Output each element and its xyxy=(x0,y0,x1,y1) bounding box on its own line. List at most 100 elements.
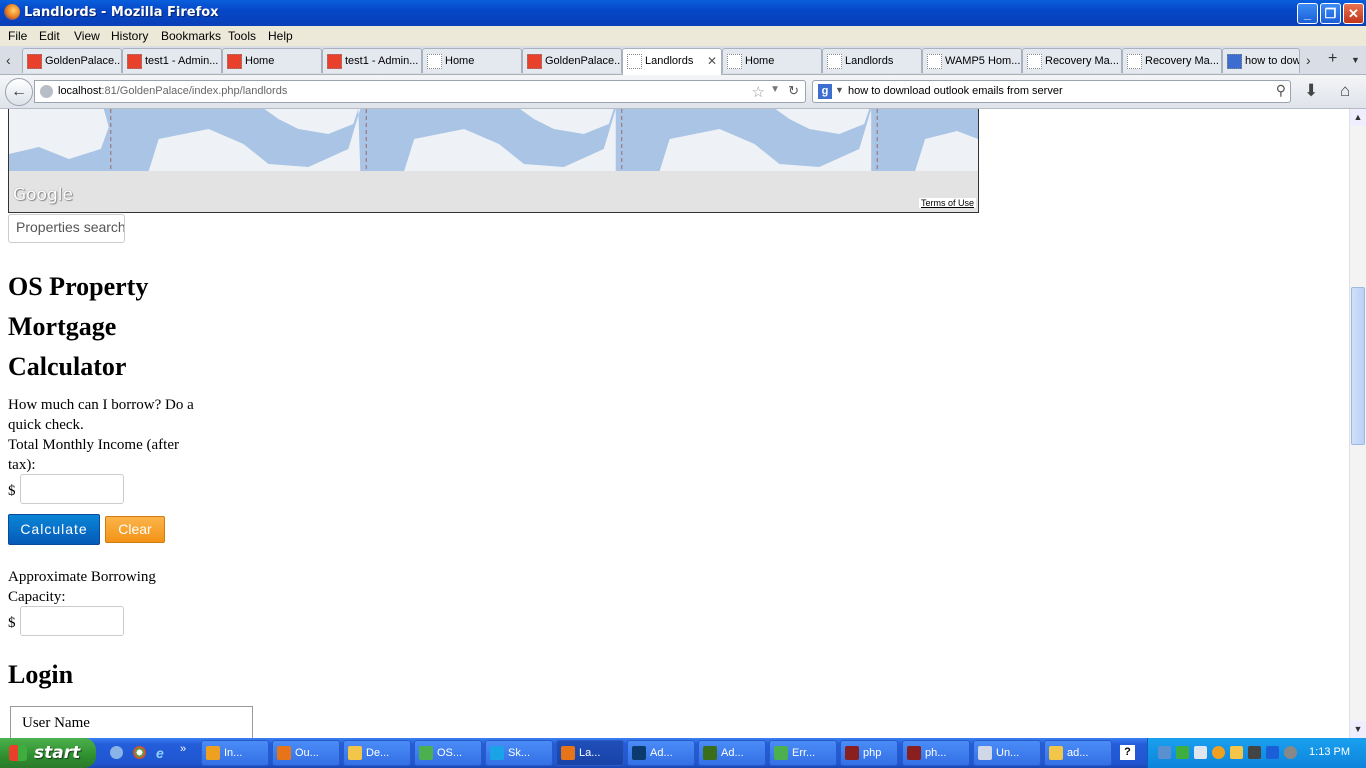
taskbar-task-12[interactable]: Un... xyxy=(973,740,1041,766)
search-bar[interactable]: g ▼ how to download outlook emails from … xyxy=(812,80,1291,103)
search-magnifier-icon[interactable]: ⚲ xyxy=(1276,82,1286,99)
clock-sync-tray-icon[interactable] xyxy=(1284,746,1297,759)
task-label: La... xyxy=(579,747,601,759)
task-label: ad... xyxy=(1067,747,1089,759)
tab-8[interactable]: Home xyxy=(722,48,822,73)
window-title-bar: Landlords - Mozilla Firefox _ ❐ ✕ xyxy=(0,0,1366,26)
menu-bar: File Edit View History Bookmarks Tools H… xyxy=(0,26,1366,46)
close-window-button[interactable]: ✕ xyxy=(1343,3,1364,24)
task-label: OS... xyxy=(437,747,463,759)
username-label: User Name xyxy=(22,715,90,731)
taskbar-task-10[interactable]: php xyxy=(840,740,898,766)
quicklaunch-chrome-icon[interactable] xyxy=(133,746,146,759)
menu-tools[interactable]: Tools xyxy=(228,29,256,43)
menu-edit[interactable]: Edit xyxy=(39,29,60,43)
security-tray-icon[interactable] xyxy=(1176,746,1189,759)
google-search-engine-icon[interactable]: g xyxy=(818,84,832,99)
tab-13[interactable]: how to dow xyxy=(1222,48,1300,73)
quicklaunch-settings-icon[interactable] xyxy=(110,746,123,759)
page-icon xyxy=(827,54,842,69)
task-app-icon xyxy=(978,746,992,760)
tab-1[interactable]: GoldenPalace... xyxy=(22,48,122,73)
search-query-text: how to download outlook emails from serv… xyxy=(848,85,1063,97)
scroll-down-icon[interactable]: ▼ xyxy=(1350,721,1366,738)
properties-search-input[interactable]: Properties search xyxy=(8,214,125,243)
tab-12[interactable]: Recovery Ma... xyxy=(1122,48,1222,73)
tab-6[interactable]: GoldenPalace... xyxy=(522,48,622,73)
taskbar-task-11[interactable]: ph... xyxy=(902,740,970,766)
task-app-icon xyxy=(632,746,646,760)
taskbar-task-5[interactable]: Sk... xyxy=(485,740,553,766)
search-engine-dropdown-icon[interactable]: ▼ xyxy=(835,85,844,95)
tab-10[interactable]: WAMP5 Hom... xyxy=(922,48,1022,73)
wamp-tray-icon[interactable] xyxy=(1230,746,1243,759)
tab-2[interactable]: test1 - Admin... xyxy=(122,48,222,73)
windows-flag-icon xyxy=(9,745,27,761)
home-icon[interactable]: ⌂ xyxy=(1340,81,1350,101)
downloads-icon[interactable]: ⬇ xyxy=(1304,81,1318,101)
quicklaunch-ie-icon[interactable]: e xyxy=(156,745,164,761)
page-icon xyxy=(1027,54,1042,69)
capacity-currency-symbol: $ xyxy=(8,615,16,631)
taskbar-task-3[interactable]: De... xyxy=(343,740,411,766)
taskbar-task-1[interactable]: In... xyxy=(201,740,269,766)
app-tray-icon[interactable] xyxy=(1212,746,1225,759)
reload-icon[interactable]: ↻ xyxy=(788,83,799,99)
scrollbar-thumb[interactable] xyxy=(1351,287,1365,445)
display-tray-icon[interactable] xyxy=(1266,746,1279,759)
tab-3[interactable]: Home xyxy=(222,48,322,73)
terms-of-use-link[interactable]: Terms of Use xyxy=(918,198,976,208)
tab-scroll-left-icon[interactable]: ‹ xyxy=(6,52,11,68)
url-history-dropdown-icon[interactable]: ▼ xyxy=(770,84,780,95)
taskbar-task-7[interactable]: Ad... xyxy=(627,740,695,766)
taskbar-task-13[interactable]: ad... xyxy=(1044,740,1112,766)
url-bar[interactable]: localhost:81/GoldenPalace/index.php/land… xyxy=(34,80,806,103)
menu-view[interactable]: View xyxy=(74,29,100,43)
back-button[interactable]: ← xyxy=(5,78,33,106)
start-button[interactable]: start xyxy=(0,738,96,768)
bookmark-star-icon[interactable]: ☆ xyxy=(752,83,765,101)
clear-button[interactable]: Clear xyxy=(105,516,165,543)
tab-5[interactable]: Home xyxy=(422,48,522,73)
tab-9[interactable]: Landlords xyxy=(822,48,922,73)
menu-history[interactable]: History xyxy=(111,29,148,43)
list-all-tabs-icon[interactable]: ▼ xyxy=(1351,55,1360,65)
task-label: Ou... xyxy=(295,747,319,759)
taskbar-task-2[interactable]: Ou... xyxy=(272,740,340,766)
back-arrow-icon: ← xyxy=(11,83,27,100)
taskbar-task-4[interactable]: OS... xyxy=(414,740,482,766)
tab-label: test1 - Admin... xyxy=(345,55,419,67)
network-tray-icon[interactable] xyxy=(1158,746,1171,759)
scroll-up-icon[interactable]: ▲ xyxy=(1350,109,1366,126)
tab-4[interactable]: test1 - Admin... xyxy=(322,48,422,73)
restore-button[interactable]: ❐ xyxy=(1320,3,1341,24)
joomla-icon xyxy=(527,54,542,69)
joomla-icon xyxy=(127,54,142,69)
minimize-button[interactable]: _ xyxy=(1297,3,1318,24)
google-map[interactable]: Google Terms of Use xyxy=(8,109,979,213)
menu-help[interactable]: Help xyxy=(268,29,293,43)
volume-tray-icon[interactable] xyxy=(1248,746,1261,759)
system-clock[interactable]: 1:13 PM xyxy=(1309,746,1350,758)
tab-7[interactable]: Landlords ✕ xyxy=(622,48,722,75)
url-text: localhost:81/GoldenPalace/index.php/land… xyxy=(58,85,287,97)
window-title: Landlords - Mozilla Firefox xyxy=(24,5,219,20)
menu-file[interactable]: File xyxy=(8,29,27,43)
menu-bookmarks[interactable]: Bookmarks xyxy=(161,29,221,43)
vertical-scrollbar[interactable]: ▲ ▼ xyxy=(1349,109,1366,738)
new-tab-icon[interactable]: + xyxy=(1328,50,1337,68)
quicklaunch-more-icon[interactable]: » xyxy=(180,743,186,755)
tab-label: Home xyxy=(745,55,775,67)
calculate-button[interactable]: Calculate xyxy=(8,514,100,545)
close-tab-icon[interactable]: ✕ xyxy=(707,49,717,74)
tab-11[interactable]: Recovery Ma... xyxy=(1022,48,1122,73)
taskbar-task-6[interactable]: La... xyxy=(556,740,624,766)
tab-label: Landlords xyxy=(645,55,694,67)
tab-scroll-right-icon[interactable]: › xyxy=(1306,52,1311,68)
cloud-tray-icon[interactable] xyxy=(1194,746,1207,759)
taskbar-task-8[interactable]: Ad... xyxy=(698,740,766,766)
map-footer xyxy=(9,171,978,212)
taskbar-task-9[interactable]: Err... xyxy=(769,740,837,766)
monthly-income-input[interactable] xyxy=(20,474,124,504)
help-icon[interactable]: ? xyxy=(1120,745,1135,760)
